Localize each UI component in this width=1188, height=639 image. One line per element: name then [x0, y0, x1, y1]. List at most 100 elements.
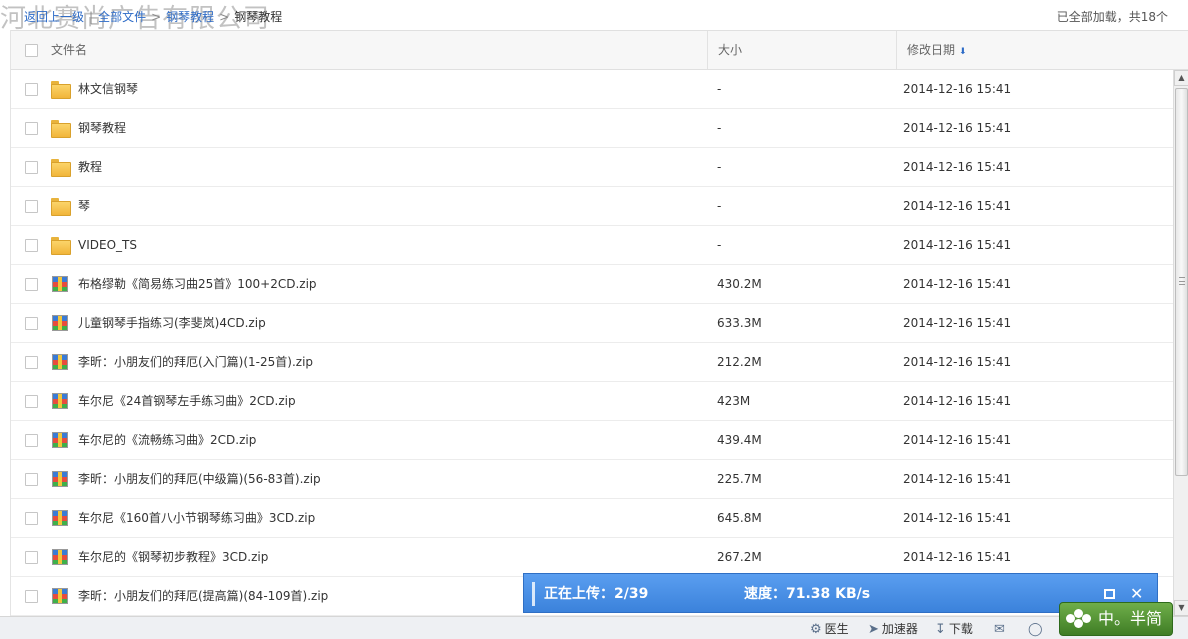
file-size: 430.2M [717, 277, 762, 291]
file-name-link[interactable]: 布格缪勒《简易练习曲25首》100+2CD.zip [78, 265, 317, 304]
file-modified-date: 2014-12-16 15:41 [903, 121, 1012, 135]
zip-archive-icon [51, 354, 69, 370]
file-size: - [717, 82, 722, 96]
file-name-link[interactable]: 教程 [78, 148, 102, 187]
ime-status-badge[interactable]: 中。半简 [1059, 602, 1173, 636]
file-name-link[interactable]: 车尔尼《160首八小节钢琴练习曲》3CD.zip [78, 499, 315, 538]
folder-icon [51, 81, 71, 99]
file-row[interactable]: 车尔尼《24首钢琴左手练习曲》2CD.zip 423M 2014-12-16 15:… [11, 382, 1173, 421]
file-row[interactable]: 李昕：小朋友们的拜厄(中级篇)(56-83首).zip 225.7M 2014-12… [11, 460, 1173, 499]
breadcrumb-separator: > [219, 10, 230, 24]
column-header-size-label: 大小 [718, 43, 743, 57]
file-list-header: 文件名 大小 修改日期 ⬇ [11, 30, 1188, 70]
vertical-scrollbar[interactable]: ▲ ▼ [1173, 70, 1188, 616]
breadcrumb-all-files-link[interactable]: 全部文件 [98, 10, 146, 24]
scrollbar-thumb[interactable] [1175, 88, 1188, 476]
file-row-checkbox[interactable] [25, 83, 38, 96]
file-name-link[interactable]: 李昕：小朋友们的拜厄(提高篇)(84-109首).zip [78, 577, 328, 616]
file-row-checkbox[interactable] [25, 512, 38, 525]
file-modified-date: 2014-12-16 15:41 [903, 472, 1012, 486]
file-name-link[interactable]: 李昕：小朋友们的拜厄(中级篇)(56-83首).zip [78, 460, 321, 499]
file-name-link[interactable]: 车尔尼的《流畅练习曲》2CD.zip [78, 421, 256, 460]
file-row-checkbox[interactable] [25, 278, 38, 291]
file-name-link[interactable]: 车尔尼《24首钢琴左手练习曲》2CD.zip [78, 382, 296, 421]
breadcrumb-back-link[interactable]: 返回上一级 [24, 10, 84, 24]
file-name-link[interactable]: 琴 [78, 187, 90, 226]
file-modified-date: 2014-12-16 15:41 [903, 550, 1012, 564]
file-row[interactable]: 布格缪勒《简易练习曲25首》100+2CD.zip 430.2M 2014-12-1… [11, 265, 1173, 304]
breadcrumb-parent-link[interactable]: 钢琴教程 [166, 10, 214, 24]
file-row-checkbox[interactable] [25, 590, 38, 603]
accelerator-button[interactable]: ➤ 加速器 [868, 620, 918, 638]
accelerator-label: 加速器 [881, 622, 918, 636]
column-header-date[interactable]: 修改日期 ⬇ [896, 31, 1188, 69]
file-row[interactable]: 教程 - 2014-12-16 15:41 [11, 148, 1173, 187]
zip-archive-icon [51, 432, 69, 448]
file-row[interactable]: 车尔尼《160首八小节钢琴练习曲》3CD.zip 645.8M 2014-12-16… [11, 499, 1173, 538]
zip-archive-icon [51, 276, 69, 292]
file-modified-date: 2014-12-16 15:41 [903, 238, 1012, 252]
file-size: 439.4M [717, 433, 762, 447]
file-size: - [717, 199, 722, 213]
file-name-link[interactable]: VIDEO_TS [78, 226, 137, 265]
zip-archive-icon [51, 393, 69, 409]
download-button[interactable]: ↧ 下载 [935, 620, 973, 638]
download-icon: ↧ [935, 622, 946, 637]
file-modified-date: 2014-12-16 15:41 [903, 82, 1012, 96]
download-label: 下载 [948, 622, 973, 636]
file-row[interactable]: 李昕：小朋友们的拜厄(入门篇)(1-25首).zip 212.2M 2014-12-… [11, 343, 1173, 382]
upload-progress-text: 正在上传：2/39 [544, 586, 649, 602]
file-row-checkbox[interactable] [25, 356, 38, 369]
file-modified-date: 2014-12-16 15:41 [903, 355, 1012, 369]
file-modified-date: 2014-12-16 15:41 [903, 199, 1012, 213]
sort-down-arrow-icon[interactable]: ⬇ [959, 47, 967, 57]
zip-archive-icon [51, 471, 69, 487]
doctor-button[interactable]: ⚙ 医生 [810, 620, 849, 638]
file-name-link[interactable]: 李昕：小朋友们的拜厄(入门篇)(1-25首).zip [78, 343, 313, 382]
file-row-checkbox[interactable] [25, 317, 38, 330]
flower-icon [1066, 609, 1092, 629]
maximize-icon[interactable] [1104, 589, 1115, 599]
file-size: - [717, 238, 722, 252]
file-row-checkbox[interactable] [25, 239, 38, 252]
file-name-link[interactable]: 钢琴教程 [78, 109, 126, 148]
scroll-up-arrow-icon[interactable]: ▲ [1174, 70, 1188, 86]
column-header-name[interactable]: 文件名 [11, 31, 706, 69]
chat-icon[interactable]: ✉ [994, 620, 1008, 638]
loaded-status: 已全部加载，共18个 [1056, 10, 1168, 24]
file-row[interactable]: 琴 - 2014-12-16 15:41 [11, 187, 1173, 226]
breadcrumb-current: 钢琴教程 [234, 10, 283, 24]
upload-speed-text: 速度：71.38 KB/s [744, 586, 871, 602]
doctor-label: 医生 [824, 622, 849, 636]
file-row-checkbox[interactable] [25, 200, 38, 213]
file-row-checkbox[interactable] [25, 395, 38, 408]
file-row[interactable]: 儿童钢琴手指练习(李斐岚)4CD.zip 633.3M 2014-12-16 15:… [11, 304, 1173, 343]
column-header-size[interactable]: 大小 [707, 31, 895, 69]
file-row-checkbox[interactable] [25, 473, 38, 486]
file-size: 423M [717, 394, 751, 408]
file-row[interactable]: 林文信钢琴 - 2014-12-16 15:41 [11, 70, 1173, 109]
scroll-down-arrow-icon[interactable]: ▼ [1174, 600, 1188, 616]
file-row[interactable]: VIDEO_TS - 2014-12-16 15:41 [11, 226, 1173, 265]
file-rows: 林文信钢琴 - 2014-12-16 15:41 钢琴教程 - 2014-12-16 15… [11, 70, 1173, 616]
browser-icon[interactable]: ◯ [1028, 620, 1046, 638]
file-size: 212.2M [717, 355, 762, 369]
file-row-checkbox[interactable] [25, 434, 38, 447]
file-modified-date: 2014-12-16 15:41 [903, 511, 1012, 525]
zip-archive-icon [51, 588, 69, 604]
file-row-checkbox[interactable] [25, 161, 38, 174]
breadcrumb: 返回上一级 | 全部文件 > 钢琴教程 > 钢琴教程 [24, 8, 282, 25]
file-name-link[interactable]: 林文信钢琴 [78, 70, 138, 109]
file-row-checkbox[interactable] [25, 122, 38, 135]
file-name-link[interactable]: 儿童钢琴手指练习(李斐岚)4CD.zip [78, 304, 266, 343]
file-size: 225.7M [717, 472, 762, 486]
rocket-icon: ➤ [868, 622, 879, 637]
file-row[interactable]: 车尔尼的《流畅练习曲》2CD.zip 439.4M 2014-12-16 15:41 [11, 421, 1173, 460]
file-row[interactable]: 钢琴教程 - 2014-12-16 15:41 [11, 109, 1173, 148]
file-row-checkbox[interactable] [25, 551, 38, 564]
zip-archive-icon [51, 549, 69, 565]
file-name-link[interactable]: 车尔尼的《钢琴初步教程》3CD.zip [78, 538, 268, 577]
top-bar: 返回上一级 | 全部文件 > 钢琴教程 > 钢琴教程 已全部加载，共18个 [0, 0, 1188, 30]
file-row[interactable]: 车尔尼的《钢琴初步教程》3CD.zip 267.2M 2014-12-16 15:4… [11, 538, 1173, 577]
file-size: 645.8M [717, 511, 762, 525]
